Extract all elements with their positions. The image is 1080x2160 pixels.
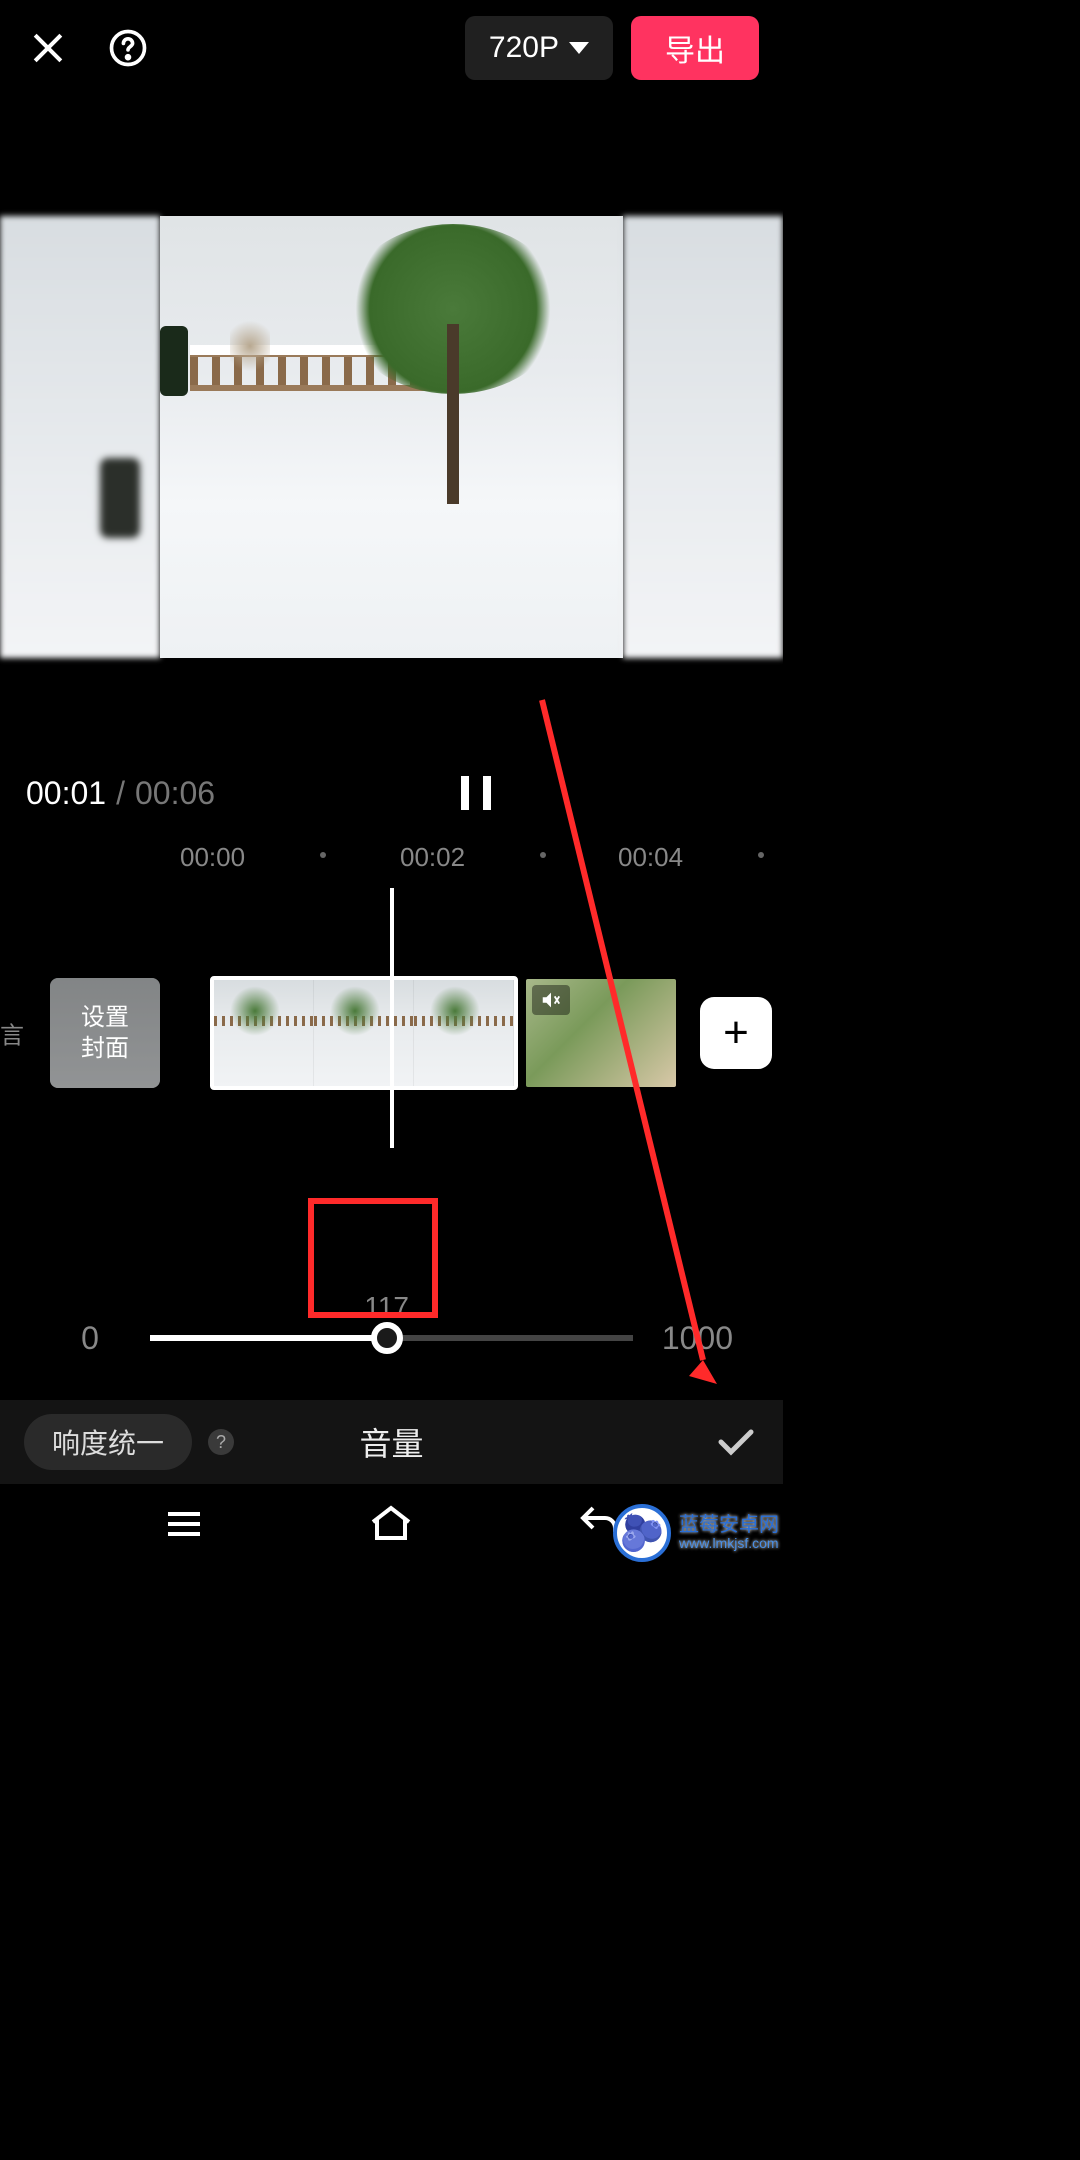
watermark-url: www.lmkjsf.com <box>679 1536 779 1551</box>
ruler-dot <box>320 852 326 858</box>
mute-badge <box>532 985 570 1015</box>
ruler-dot <box>540 852 546 858</box>
slider-min: 0 <box>50 1320 130 1357</box>
total-time: 00:06 <box>135 775 215 812</box>
help-icon[interactable] <box>104 24 152 72</box>
volume-slider-panel: 0 117 1000 <box>0 1228 783 1428</box>
tool-row: 响度统一 ? 音量 <box>0 1400 783 1484</box>
close-icon[interactable] <box>24 24 72 72</box>
menu-icon[interactable] <box>160 1500 208 1553</box>
pause-icon[interactable] <box>461 776 491 810</box>
add-clip-button[interactable]: + <box>700 997 772 1069</box>
ruler-tick: 00:00 <box>180 842 245 873</box>
confirm-icon[interactable] <box>711 1418 759 1466</box>
volume-slider[interactable]: 117 <box>150 1335 633 1341</box>
help-small-icon[interactable]: ? <box>208 1429 234 1455</box>
ruler-tick: 00:02 <box>400 842 465 873</box>
video-preview[interactable] <box>0 216 783 658</box>
watermark-title: 蓝莓安卓网 <box>679 1514 779 1536</box>
watermark: 🫐 蓝莓安卓网 www.lmkjsf.com <box>613 1504 779 1562</box>
chevron-down-icon <box>569 42 589 54</box>
preview-frame <box>160 216 623 658</box>
ruler-tick: 00:04 <box>618 842 683 873</box>
slider-max: 1000 <box>653 1320 733 1357</box>
watermark-icon: 🫐 <box>613 1504 671 1562</box>
time-separator: / <box>116 775 125 812</box>
preview-blur-left <box>0 216 160 658</box>
slider-value: 117 <box>364 1291 409 1323</box>
clip-2[interactable] <box>526 979 676 1087</box>
resolution-label: 720P <box>489 31 559 65</box>
preview-blur-right <box>623 216 783 658</box>
current-time: 00:01 <box>26 775 106 812</box>
ruler-dot <box>758 852 764 858</box>
home-icon[interactable] <box>367 1500 415 1553</box>
edge-label: 言 <box>0 1016 24 1051</box>
clip-1[interactable] <box>210 976 518 1090</box>
loudness-normalize-button[interactable]: 响度统一 <box>24 1414 192 1470</box>
timeline-ruler[interactable]: 00:00 00:02 00:04 <box>0 838 783 878</box>
resolution-dropdown[interactable]: 720P <box>465 16 613 80</box>
set-cover-button[interactable]: 设置 封面 <box>50 978 160 1088</box>
slider-thumb[interactable] <box>371 1322 403 1354</box>
export-button[interactable]: 导出 <box>631 16 759 80</box>
timeline[interactable]: 言 设置 封面 + <box>0 938 783 1128</box>
playhead[interactable] <box>390 888 394 1148</box>
panel-title: 音量 <box>359 1419 423 1465</box>
